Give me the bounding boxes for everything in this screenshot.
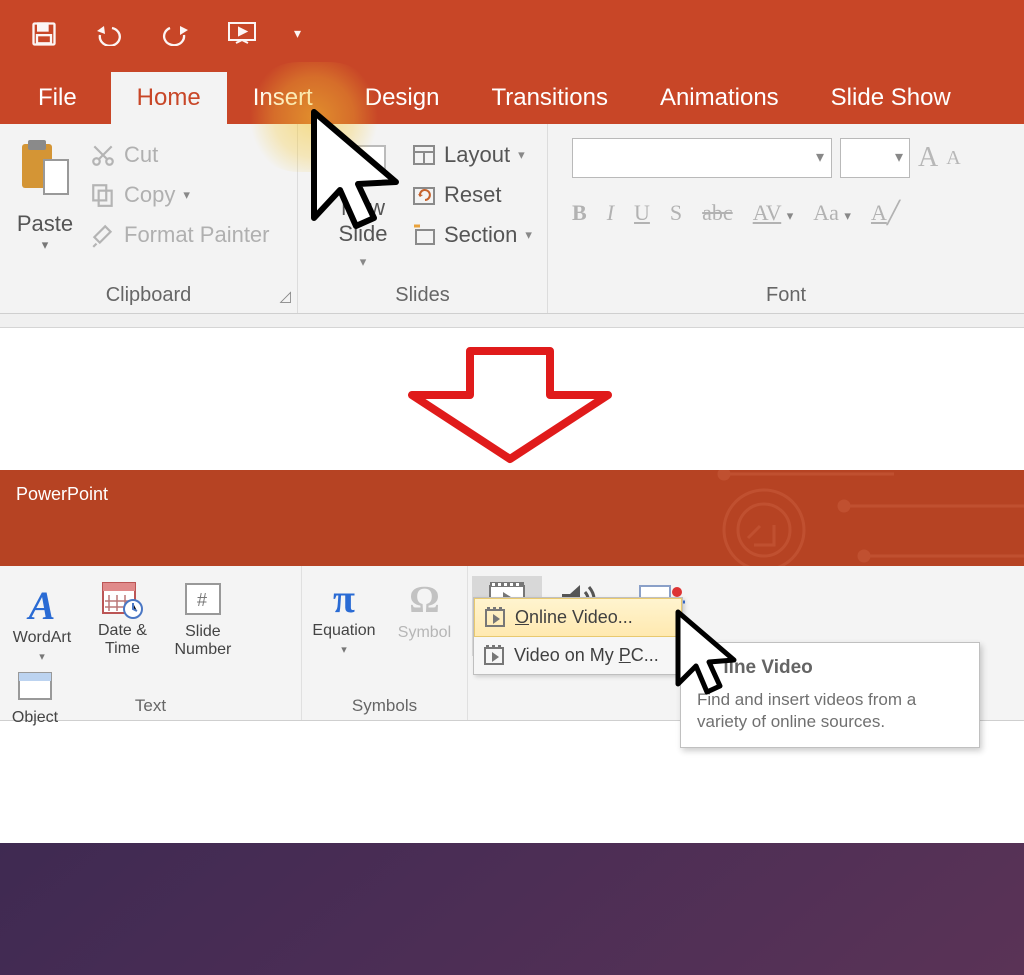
customize-qat-dropdown-icon[interactable]: ▾: [294, 25, 301, 42]
italic-button[interactable]: I: [607, 200, 614, 226]
font-size-combo[interactable]: [840, 138, 910, 178]
wordart-label: WordArt: [13, 629, 71, 647]
red-down-arrow-icon: [380, 345, 640, 465]
font-group-label: Font: [548, 284, 1024, 307]
date-time-icon: [101, 578, 143, 620]
wordart-dropdown-icon[interactable]: [39, 649, 45, 663]
layout-button[interactable]: Layout ▾: [412, 142, 541, 168]
new-slide-dropdown-icon[interactable]: ▾: [360, 254, 367, 269]
powerpoint-insert-ribbon-panel: PowerPoint A WordArt Date & Time: [0, 470, 1024, 975]
tab-animations[interactable]: Animations: [634, 72, 805, 124]
slide-number-label: Slide Number: [174, 623, 231, 658]
menu-video-on-pc-label: Video on My PC...: [514, 645, 659, 666]
symbols-group-label: Symbols: [302, 696, 467, 716]
wordart-icon: A: [29, 585, 56, 627]
paintbrush-icon: [90, 222, 116, 248]
film-icon: [484, 647, 504, 665]
clipboard-dialog-launcher-icon[interactable]: ◿: [279, 287, 291, 305]
copy-button[interactable]: Copy ▾: [90, 182, 291, 208]
equation-icon: π: [333, 578, 355, 620]
redo-icon[interactable]: [162, 22, 192, 46]
date-time-label: Date & Time: [98, 622, 147, 657]
film-icon: [485, 609, 505, 627]
section-dropdown-icon[interactable]: ▾: [525, 227, 532, 243]
group-text: A WordArt Date & Time # Slide Number: [0, 566, 302, 720]
paste-icon: [16, 136, 74, 200]
clipboard-group-label: Clipboard: [0, 284, 297, 307]
video-dropdown-menu: Online Video... Video on My PC...: [473, 597, 683, 675]
start-slideshow-icon[interactable]: [226, 20, 260, 48]
bold-button[interactable]: B: [572, 200, 587, 226]
scissors-icon: [90, 142, 116, 168]
tab-transitions[interactable]: Transitions: [465, 72, 633, 124]
object-button[interactable]: Object: [4, 663, 66, 727]
underline-button[interactable]: U: [634, 200, 650, 226]
strikethrough-button[interactable]: abc: [702, 200, 733, 226]
equation-label: Equation: [312, 622, 375, 640]
copy-icon: [90, 182, 116, 208]
cut-button[interactable]: Cut: [90, 142, 291, 168]
format-painter-label: Format Painter: [124, 222, 270, 248]
layout-label: Layout: [444, 142, 510, 168]
slide-canvas[interactable]: [0, 843, 1024, 975]
format-painter-button[interactable]: Format Painter: [90, 222, 291, 248]
font-name-combo[interactable]: [572, 138, 832, 178]
symbol-label: Symbol: [398, 624, 451, 642]
wordart-button[interactable]: A WordArt: [4, 583, 80, 663]
menu-online-video[interactable]: Online Video...: [474, 598, 682, 637]
svg-text:#: #: [197, 590, 207, 610]
shadow-button[interactable]: S: [670, 200, 682, 226]
copy-dropdown-icon[interactable]: ▾: [183, 187, 190, 203]
undo-icon[interactable]: [92, 22, 128, 46]
title-decoration-icon: [694, 470, 1024, 566]
date-time-button[interactable]: Date & Time: [84, 576, 160, 657]
menu-video-on-pc[interactable]: Video on My PC...: [474, 637, 682, 674]
group-symbols: π Equation Ω Symbol Symbols: [302, 566, 468, 720]
equation-dropdown-icon[interactable]: [341, 642, 347, 656]
title-bar: PowerPoint: [0, 470, 1024, 566]
symbol-icon: Ω: [409, 580, 439, 622]
powerpoint-home-ribbon-panel: ▾ File Home Insert Design Transitions An…: [0, 0, 1024, 327]
change-case-button[interactable]: Aa ▾: [813, 200, 851, 226]
symbol-button[interactable]: Ω Symbol: [386, 578, 462, 642]
grow-font-button[interactable]: A: [918, 142, 938, 174]
mouse-cursor-icon: [670, 608, 754, 706]
section-label: Section: [444, 222, 517, 248]
paste-label: Paste: [6, 211, 84, 237]
mouse-cursor-icon: [304, 108, 424, 248]
group-font: A A B I U S abc AV ▾ Aa ▾ A╱ Font: [548, 124, 1024, 313]
ribbon-tabs: File Home Insert Design Transitions Anim…: [0, 67, 1024, 124]
ribbon-lower-strip: [0, 314, 1024, 328]
layout-dropdown-icon[interactable]: ▾: [518, 147, 525, 163]
tab-home[interactable]: Home: [111, 72, 227, 124]
copy-label: Copy: [124, 182, 175, 208]
clear-formatting-button[interactable]: A╱: [871, 200, 900, 226]
slide-number-icon: #: [183, 579, 223, 621]
char-spacing-button[interactable]: AV ▾: [753, 200, 794, 226]
slides-group-label: Slides: [298, 284, 547, 307]
tab-file[interactable]: File: [0, 72, 111, 124]
menu-online-video-label: Online Video...: [515, 607, 633, 628]
home-ribbon: Paste ▾ Cut Copy ▾ Format Painter Clip: [0, 124, 1024, 314]
paste-button[interactable]: Paste ▾: [6, 132, 84, 253]
shrink-font-button[interactable]: A: [946, 147, 960, 170]
cut-label: Cut: [124, 142, 158, 168]
slide-number-button[interactable]: # Slide Number: [165, 577, 241, 658]
tab-slideshow[interactable]: Slide Show: [805, 72, 977, 124]
section-button[interactable]: Section ▾: [412, 222, 541, 248]
quick-access-toolbar: ▾: [0, 0, 1024, 67]
text-group-label: Text: [0, 696, 301, 716]
group-clipboard: Paste ▾ Cut Copy ▾ Format Painter Clip: [0, 124, 298, 313]
paste-dropdown-icon[interactable]: ▾: [6, 237, 84, 253]
reset-label: Reset: [444, 182, 501, 208]
save-icon[interactable]: [30, 20, 58, 48]
reset-button[interactable]: Reset: [412, 182, 541, 208]
equation-button[interactable]: π Equation: [306, 576, 382, 656]
app-title: PowerPoint: [16, 484, 108, 504]
